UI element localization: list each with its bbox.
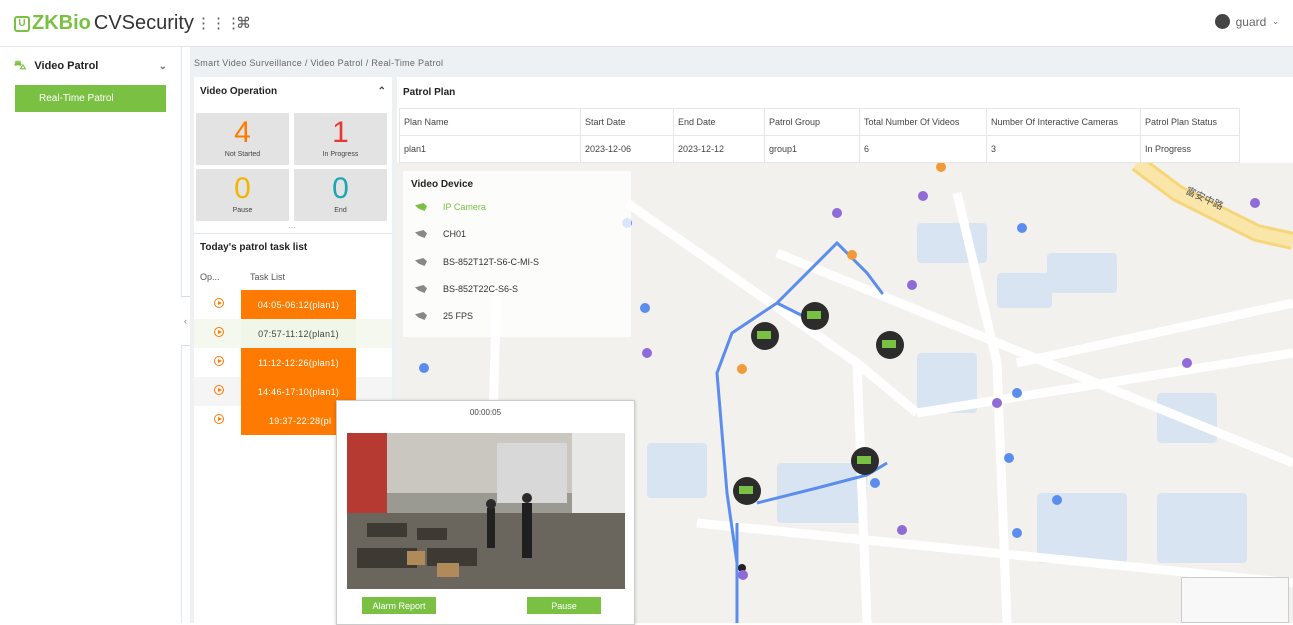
stat-value: 4 (234, 116, 251, 149)
camera-icon (415, 230, 427, 238)
device-item[interactable]: 25 FPS (415, 311, 473, 321)
device-label: IP Camera (443, 202, 486, 212)
column-header: Plan Name (399, 108, 581, 136)
column-header: Patrol Group (764, 108, 860, 136)
play-icon[interactable] (214, 298, 224, 308)
video-frame-image (347, 433, 625, 589)
breadcrumb: Smart Video Surveillance / Video Patrol … (194, 58, 444, 68)
video-device-title: Video Device (411, 179, 474, 190)
stat-value: 0 (234, 172, 251, 205)
device-label: BS-852T12T-S6-C-MI-S (443, 257, 540, 267)
task-list-header: Op... Task List (194, 268, 392, 290)
table-cell: 2023-12-12 (673, 135, 765, 163)
device-item[interactable]: CH01 (415, 229, 466, 239)
column-header: Start Date (580, 108, 674, 136)
device-label: CH01 (443, 229, 467, 239)
sidebar-item-real-time-patrol[interactable]: Real-Time Patrol (15, 85, 166, 112)
sidebar-module-label: Video Patrol (34, 60, 99, 72)
column-operation: Op... (200, 272, 220, 282)
sidebar-module-header[interactable]: ⛍ Video Patrol ⌄ (0, 47, 181, 85)
grid-icon[interactable]: ⋮⋮⋮ (196, 14, 241, 32)
pause-button[interactable]: Pause (527, 597, 601, 614)
task-label: 07:57-11:12(plan1) (241, 319, 356, 348)
stat-in-progress[interactable]: 1 In Progress (294, 113, 387, 165)
column-header: End Date (673, 108, 765, 136)
task-row[interactable]: 07:57-11:12(plan1) (194, 319, 392, 348)
column-header: Number Of Interactive Cameras (986, 108, 1141, 136)
stat-label: Not Started (224, 151, 261, 158)
column-header: Total Number Of Videos (859, 108, 987, 136)
task-label: 11:12-12:26(plan1) (241, 348, 356, 377)
device-item[interactable]: BS-852T22C-S6-S (415, 284, 518, 294)
stat-label: In Progress (322, 151, 359, 158)
video-device-panel: Video Device IP Camera CH01 BS-852T12T-S… (403, 171, 631, 337)
username: guard (1235, 14, 1267, 29)
alarm-report-button[interactable]: Alarm Report (362, 597, 436, 614)
user-avatar-icon (1214, 14, 1230, 29)
video-popup[interactable]: 00:00:05 Alarm Report Pause (336, 400, 635, 625)
brand-prefix: ZKBio (32, 12, 91, 34)
sidebar: ⛍ Video Patrol ⌄ Real-Time Patrol (0, 47, 182, 623)
patrol-plan-title: Patrol Plan (397, 77, 1293, 107)
table-cell: plan1 (399, 135, 581, 163)
stat-value: 0 (332, 172, 349, 205)
command-icon[interactable]: ⌘ (236, 14, 251, 32)
task-row[interactable]: 04:05-06:12(plan1) (194, 290, 392, 319)
user-menu[interactable]: guard ⌄ (1214, 14, 1279, 29)
table-cell: In Progress (1140, 135, 1240, 163)
device-label: 25 FPS (443, 311, 474, 321)
table-header-row: Plan Name Start Date End Date Patrol Gro… (399, 108, 1240, 136)
column-header: Patrol Plan Status (1140, 108, 1240, 136)
column-task-list: Task List (250, 272, 286, 282)
stat-pause[interactable]: 0 Pause (196, 169, 289, 221)
play-icon[interactable] (214, 327, 224, 337)
video-operation-title: Video Operation (200, 85, 278, 97)
chevron-down-icon: ⌄ (158, 60, 167, 72)
top-bar: U ZKBio CVSecurity ⋮⋮⋮ ⌘ guard ⌄ (0, 0, 1293, 47)
stat-end[interactable]: 0 End (294, 169, 387, 221)
camera-icon (415, 312, 427, 320)
table-cell: group1 (764, 135, 860, 163)
table-row[interactable]: plan1 2023-12-06 2023-12-12 group1 6 3 I… (399, 135, 1240, 163)
resize-dots[interactable]: ··· (288, 223, 296, 232)
play-icon[interactable] (214, 414, 224, 424)
stat-label: Pause (232, 207, 253, 214)
camera-icon (415, 258, 427, 266)
video-timestamp: 00:00:05 (469, 408, 502, 417)
table-cell: 3 (986, 135, 1141, 163)
patrol-plan-table: Plan Name Start Date End Date Patrol Gro… (399, 108, 1240, 163)
device-item[interactable]: IP Camera (415, 202, 486, 212)
stat-label: End (334, 207, 347, 214)
app-logo[interactable]: U ZKBio CVSecurity (14, 12, 194, 35)
brand-suffix: CVSecurity (93, 12, 194, 34)
play-icon[interactable] (214, 356, 224, 366)
stat-value: 1 (332, 116, 349, 149)
task-label: 04:05-06:12(plan1) (241, 290, 356, 319)
stat-not-started[interactable]: 4 Not Started (196, 113, 289, 165)
chevron-up-icon[interactable]: ⌃ (378, 86, 386, 97)
table-cell: 2023-12-06 (580, 135, 674, 163)
camera-icon (415, 203, 427, 211)
task-row[interactable]: 11:12-12:26(plan1) (194, 348, 392, 377)
play-icon[interactable] (214, 385, 224, 395)
patrol-module-icon: ⛍ (14, 58, 27, 72)
video-feed[interactable] (347, 433, 625, 589)
device-item[interactable]: BS-852T12T-S6-C-MI-S (415, 257, 539, 267)
table-cell: 6 (859, 135, 987, 163)
task-list-title: Today's patrol task list (200, 242, 308, 253)
chevron-down-icon: ⌄ (1272, 17, 1279, 26)
camera-icon (415, 285, 427, 293)
map-overview-thumbnail[interactable] (1181, 577, 1289, 623)
device-label: BS-852T22C-S6-S (443, 284, 519, 294)
logo-mark-icon: U (14, 15, 30, 32)
video-operation-header: Video Operation ⌃ (194, 77, 392, 105)
